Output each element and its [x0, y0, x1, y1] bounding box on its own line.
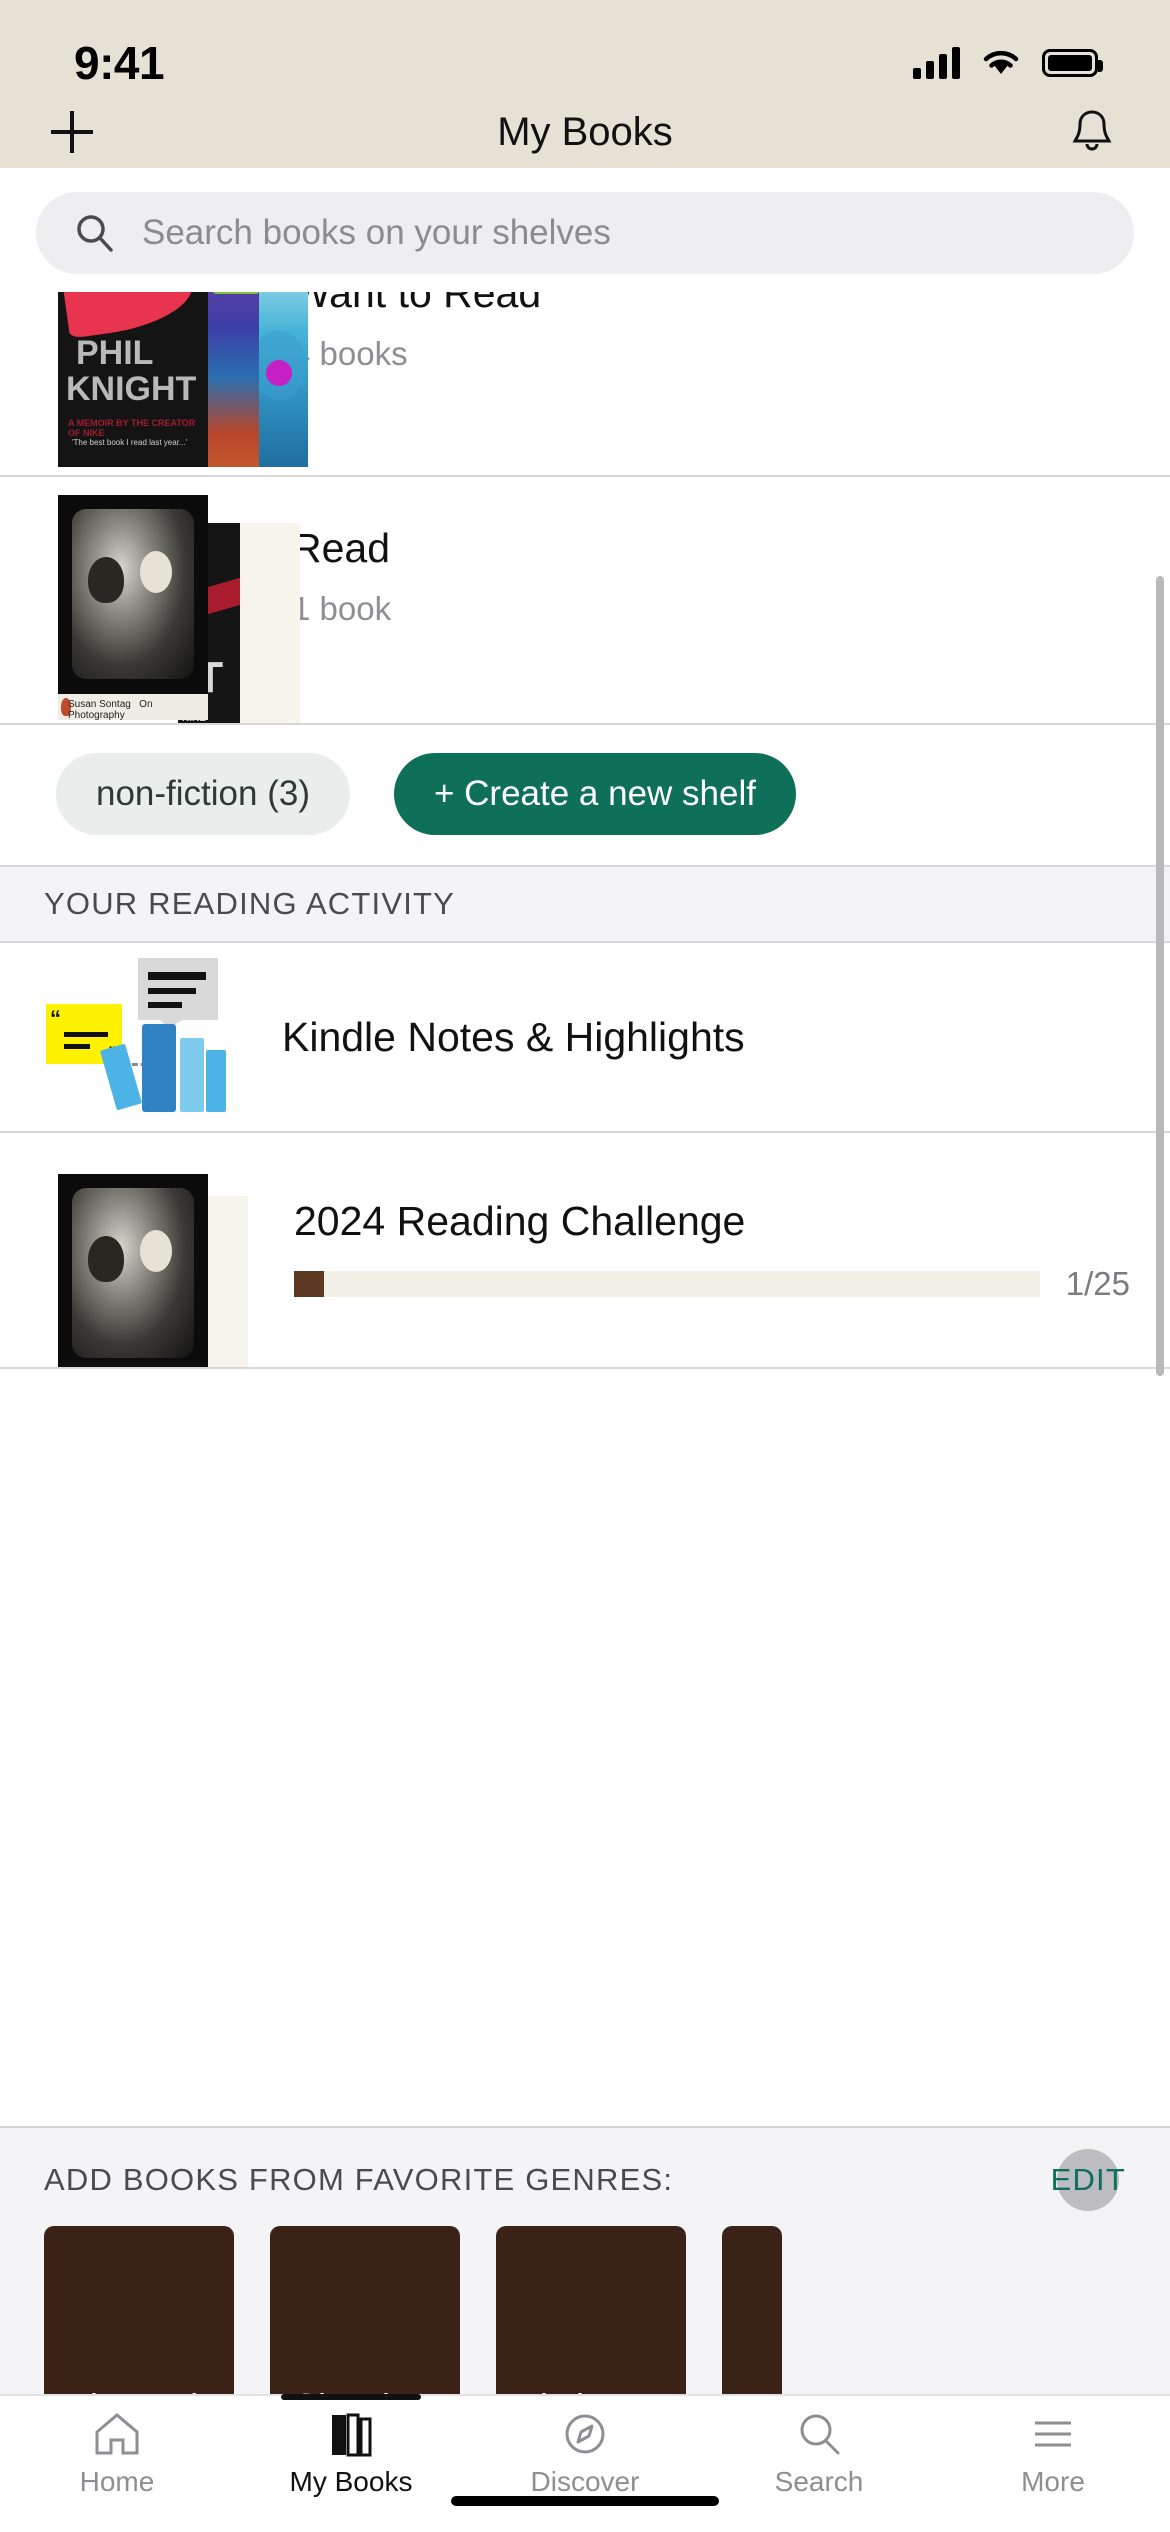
progress-track [294, 1270, 1040, 1297]
shelf-row-read[interactable]: Susan Sontag On Photography ITNIKE Read … [0, 477, 1170, 725]
bell-icon [1072, 110, 1112, 151]
search-input[interactable]: Search books on your shelves [36, 192, 1134, 274]
shelf-count: 4 books [292, 335, 408, 373]
tab-search[interactable]: Search [702, 2410, 936, 2498]
activity-row-kindle-notes[interactable]: “” Kindle Notes & Highlights [0, 943, 1170, 1133]
status-bar: 9:41 [0, 0, 1170, 96]
genres-header: ADD BOOKS FROM FAVORITE GENRES: EDIT [0, 2128, 1170, 2211]
section-title: YOUR READING ACTIVITY [44, 886, 456, 921]
shelf-name: Read [292, 525, 391, 571]
book-cover: Susan Sontag On Photography [58, 495, 208, 720]
activity-title: Kindle Notes & Highlights [282, 1013, 745, 1060]
tab-label: Home [79, 2466, 155, 2497]
book-cover: DOG PHILKNIGHT A MEMOIR BY THE CREATOR O… [58, 292, 208, 467]
book-icon [332, 2413, 372, 2457]
kindle-notes-illustration: “” [46, 958, 246, 1112]
book-spine-icon [180, 1038, 204, 1112]
shelf-chip-non-fiction[interactable]: non-fiction (3) [56, 753, 350, 835]
shelf-chips-row: non-fiction (3) + Create a new shelf [0, 725, 1170, 865]
shelf-name: Want to Read [292, 292, 542, 316]
tab-label: My Books [289, 2466, 413, 2497]
tab-more[interactable]: More [936, 2410, 1170, 2498]
favorite-genres-panel: ADD BOOKS FROM FAVORITE GENRES: EDIT Bio… [0, 2126, 1170, 2454]
reading-activity-header: YOUR READING ACTIVITY [0, 865, 1170, 943]
notifications-button[interactable] [1060, 100, 1124, 164]
status-indicators [913, 47, 1103, 79]
search-section: Search books on your shelves [0, 168, 1170, 292]
create-new-shelf-button[interactable]: + Create a new shelf [393, 753, 796, 835]
navigation-bar: My Books [0, 96, 1170, 168]
wifi-icon [983, 50, 1019, 74]
vertical-scrollbar[interactable] [1156, 576, 1164, 1376]
home-icon [95, 2413, 139, 2455]
edit-genres-button[interactable]: EDIT [1050, 2149, 1126, 2211]
search-icon [77, 215, 113, 252]
search-placeholder: Search books on your shelves [142, 213, 611, 252]
book-spine-icon [142, 1024, 176, 1112]
book-cover [199, 292, 259, 467]
challenge-cover: Susan Sontag On Photography [58, 1174, 258, 1367]
shelf-row-want-to-read[interactable]: DOG PHILKNIGHT A MEMOIR BY THE CREATOR O… [0, 292, 1170, 477]
search-icon [800, 2414, 840, 2455]
tab-my-books[interactable]: My Books [234, 2394, 468, 2498]
page-title: My Books [497, 109, 673, 154]
shelf-cover-stack: Susan Sontag On Photography ITNIKE [58, 495, 300, 723]
speech-bubble-icon [138, 958, 218, 1028]
book-spine-icon [206, 1050, 226, 1112]
status-time: 9:41 [74, 37, 165, 89]
battery-icon [1042, 49, 1103, 77]
tab-indicator [281, 2394, 421, 2400]
genres-title: ADD BOOKS FROM FAVORITE GENRES: [44, 2162, 674, 2197]
home-indicator [451, 2496, 719, 2506]
cellular-signal-icon [913, 47, 960, 79]
edit-label: EDIT [1050, 2162, 1126, 2197]
shelf-cover-stack: DOG PHILKNIGHT A MEMOIR BY THE CREATOR O… [58, 292, 308, 467]
shelves-list[interactable]: DOG PHILKNIGHT A MEMOIR BY THE CREATOR O… [0, 292, 1170, 725]
tab-label: Discover [530, 2466, 640, 2497]
tab-discover[interactable]: Discover [468, 2410, 702, 2498]
tab-home[interactable]: Home [0, 2410, 234, 2498]
progress-label: 1/25 [1065, 1264, 1130, 1302]
activity-body: Kindle Notes & Highlights [246, 1014, 1170, 1061]
plus-icon [51, 111, 93, 153]
shelf-count: 1 book [292, 590, 392, 628]
tab-label: More [1021, 2466, 1085, 2497]
add-book-button[interactable] [40, 100, 104, 164]
progress-fill [294, 1270, 324, 1297]
activity-row-reading-challenge[interactable]: Susan Sontag On Photography 2024 Reading… [0, 1133, 1170, 1369]
bottom-tab-bar: Home My Books Discover Search More [0, 2394, 1170, 2532]
book-cover: Susan Sontag On Photography [58, 1174, 208, 1367]
challenge-progress: 1/25 [294, 1265, 1130, 1303]
activity-title: 2024 Reading Challenge [294, 1197, 746, 1244]
activity-body: 2024 Reading Challenge 1/25 [258, 1198, 1170, 1303]
compass-icon [565, 2414, 605, 2454]
hamburger-icon [1035, 2421, 1071, 2447]
tab-label: Search [774, 2466, 864, 2497]
